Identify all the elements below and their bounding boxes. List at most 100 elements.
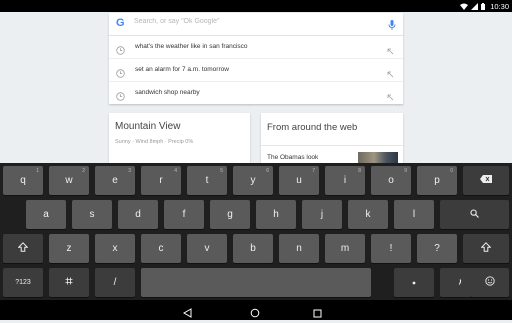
search-bar[interactable]: G xyxy=(109,13,403,36)
key-f[interactable]: f xyxy=(164,200,204,229)
signal-icon xyxy=(471,2,479,10)
key-e[interactable]: e3 xyxy=(95,166,135,195)
suggestion-item[interactable]: what's the weather like in san francisco xyxy=(109,36,403,59)
fill-query-icon[interactable] xyxy=(387,42,394,60)
weather-card[interactable]: Mountain View Sunny · Wind 8mph · Precip… xyxy=(109,113,250,165)
key-v[interactable]: v xyxy=(187,234,227,263)
spacebar[interactable] xyxy=(141,268,371,297)
battery-icon xyxy=(481,2,486,10)
shift-key-right[interactable] xyxy=(463,234,509,263)
status-icons: 10:30 xyxy=(460,0,509,12)
keyboard: q1 w2 e3 r4 t5 y6 u7 i8 o9 p0 a s d f g … xyxy=(0,163,512,300)
suggestion-text: what's the weather like in san francisco xyxy=(135,43,248,50)
key-label: a xyxy=(43,209,49,220)
key-label: i xyxy=(343,175,347,186)
key-label: h xyxy=(273,209,279,220)
fill-query-icon[interactable] xyxy=(387,65,394,83)
key-label: q xyxy=(20,175,26,186)
key-question[interactable]: ? xyxy=(417,234,457,263)
backspace-icon xyxy=(480,175,492,186)
key-hint: 8 xyxy=(358,168,361,174)
key-label: n xyxy=(296,243,302,254)
key-label: r xyxy=(159,175,163,186)
shift-key-left[interactable] xyxy=(3,234,43,263)
key-label: x xyxy=(112,243,118,254)
key-slash[interactable]: / xyxy=(95,268,135,297)
key-q[interactable]: q1 xyxy=(3,166,43,195)
shift-icon xyxy=(17,242,29,255)
web-card[interactable]: From around the web The Obamas look xyxy=(261,113,403,165)
key-hint: 0 xyxy=(450,168,453,174)
key-w[interactable]: w2 xyxy=(49,166,89,195)
key-label: f xyxy=(182,209,186,220)
history-icon xyxy=(116,65,125,83)
shift-icon xyxy=(480,242,492,255)
backspace-key[interactable] xyxy=(463,166,509,195)
web-story-title[interactable]: The Obamas look xyxy=(267,154,318,161)
home-icon[interactable] xyxy=(250,305,260,323)
key-a[interactable]: a xyxy=(26,200,66,229)
period-key[interactable] xyxy=(394,268,434,297)
key-label: k xyxy=(365,209,371,220)
key-n[interactable]: n xyxy=(279,234,319,263)
key-t[interactable]: t5 xyxy=(187,166,227,195)
history-icon xyxy=(116,88,125,106)
emoji-icon xyxy=(484,276,495,289)
key-s[interactable]: s xyxy=(72,200,112,229)
key-c[interactable]: c xyxy=(141,234,181,263)
key-label: p xyxy=(434,175,440,186)
key-label: w xyxy=(65,175,73,186)
key-hint: 2 xyxy=(82,168,85,174)
suggestion-item[interactable]: set an alarm for 7 a.m. tomorrow xyxy=(109,59,403,82)
key-label: s xyxy=(89,209,95,220)
search-input[interactable] xyxy=(134,18,374,25)
search-card: G what's the weather like in san francis… xyxy=(109,13,403,104)
card-menu-icon[interactable]: ··· xyxy=(242,102,252,109)
key-o[interactable]: o9 xyxy=(371,166,411,195)
key-exclamation[interactable]: ! xyxy=(371,234,411,263)
navigation-bar xyxy=(0,300,512,320)
key-b[interactable]: b xyxy=(233,234,273,263)
suggestion-text: sandwich shop nearby xyxy=(135,89,200,96)
key-i[interactable]: i8 xyxy=(325,166,365,195)
weather-details: Sunny · Wind 8mph · Precip 0% xyxy=(115,139,194,145)
key-k[interactable]: k xyxy=(348,200,388,229)
key-x[interactable]: x xyxy=(95,234,135,263)
history-icon xyxy=(116,42,125,60)
key-label: y xyxy=(250,175,256,186)
key-p[interactable]: p0 xyxy=(417,166,457,195)
key-u[interactable]: u7 xyxy=(279,166,319,195)
settings-key[interactable] xyxy=(49,268,89,297)
period-icon xyxy=(412,277,416,288)
key-l[interactable]: l xyxy=(394,200,434,229)
key-label: o xyxy=(388,175,394,186)
back-icon[interactable] xyxy=(182,305,192,323)
key-label: d xyxy=(135,209,141,220)
key-m[interactable]: m xyxy=(325,234,365,263)
fill-query-icon[interactable] xyxy=(387,88,394,106)
key-label: b xyxy=(250,243,256,254)
key-hint: 9 xyxy=(404,168,407,174)
key-hint: 1 xyxy=(36,168,39,174)
key-z[interactable]: z xyxy=(49,234,89,263)
search-key[interactable] xyxy=(440,200,509,229)
key-j[interactable]: j xyxy=(302,200,342,229)
card-menu-icon[interactable]: ··· xyxy=(395,102,405,109)
google-logo: G xyxy=(116,17,125,29)
search-icon xyxy=(470,208,479,221)
key-y[interactable]: y6 xyxy=(233,166,273,195)
wifi-icon xyxy=(460,3,469,10)
mic-icon[interactable] xyxy=(388,18,396,36)
emoji-key[interactable] xyxy=(470,268,509,297)
key-label: u xyxy=(296,175,302,186)
key-d[interactable]: d xyxy=(118,200,158,229)
weather-city: Mountain View xyxy=(115,121,181,132)
symbols-key[interactable]: ?123 xyxy=(3,268,43,297)
key-g[interactable]: g xyxy=(210,200,250,229)
key-hint: 5 xyxy=(220,168,223,174)
status-time: 10:30 xyxy=(490,1,509,11)
key-h[interactable]: h xyxy=(256,200,296,229)
key-r[interactable]: r4 xyxy=(141,166,181,195)
suggestion-item[interactable]: sandwich shop nearby xyxy=(109,82,403,104)
recents-icon[interactable] xyxy=(313,305,322,323)
